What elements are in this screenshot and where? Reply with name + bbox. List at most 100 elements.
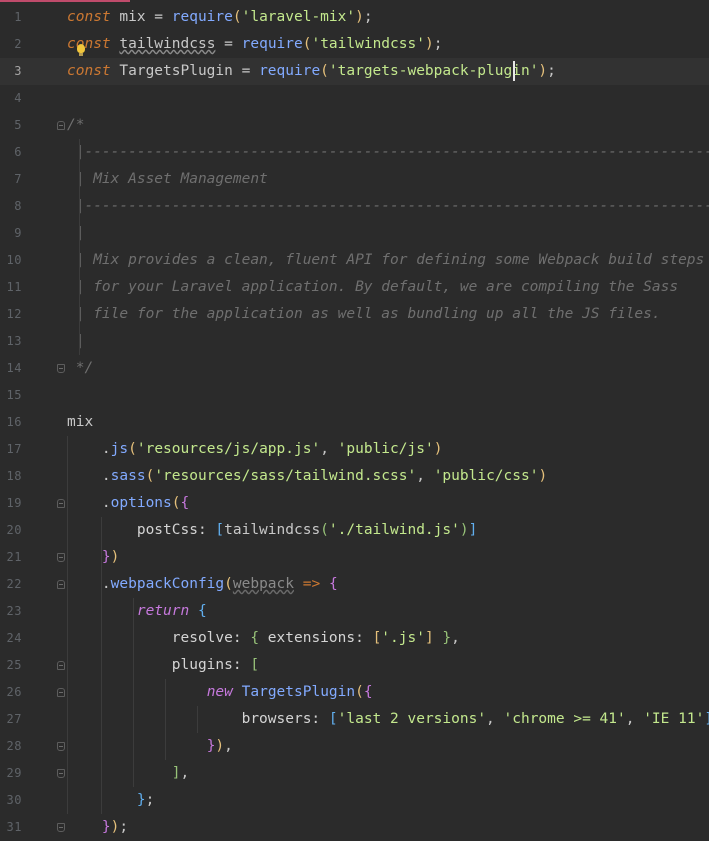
fold-marker-icon[interactable] xyxy=(57,688,65,697)
line-number[interactable]: 19 xyxy=(0,490,22,517)
code-text[interactable]: */ xyxy=(67,355,93,382)
fold-marker-icon[interactable] xyxy=(57,121,65,130)
line-number[interactable]: 21 xyxy=(0,544,22,571)
code-line[interactable]: 6 |-------------------------------------… xyxy=(0,139,709,166)
code-text[interactable]: new TargetsPlugin({ xyxy=(67,679,373,706)
code-text[interactable]: resolve: { extensions: ['.js'] }, xyxy=(67,625,460,652)
code-line[interactable]: 2 const tailwindcss = require('tailwindcs… xyxy=(0,31,709,58)
line-number[interactable]: 24 xyxy=(0,625,22,652)
line-number[interactable]: 6 xyxy=(0,139,22,166)
code-line[interactable]: 21 }) xyxy=(0,544,709,571)
code-line[interactable]: 25 plugins: [ xyxy=(0,652,709,679)
code-line[interactable]: 5 /* xyxy=(0,112,709,139)
code-text[interactable]: plugins: [ xyxy=(67,652,259,679)
line-number[interactable]: 2 xyxy=(0,31,22,58)
code-text[interactable]: .options({ xyxy=(67,490,189,517)
code-line[interactable]: 24 resolve: { extensions: ['.js'] }, xyxy=(0,625,709,652)
code-line[interactable]: 22 .webpackConfig(webpack => { xyxy=(0,571,709,598)
code-text[interactable]: .js('resources/js/app.js', 'public/js') xyxy=(67,436,443,463)
code-line[interactable]: 17 .js('resources/js/app.js', 'public/js… xyxy=(0,436,709,463)
code-line[interactable]: 8 |-------------------------------------… xyxy=(0,193,709,220)
line-number[interactable]: 5 xyxy=(0,112,22,139)
code-line[interactable]: 4 xyxy=(0,85,709,112)
code-text[interactable]: .webpackConfig(webpack => { xyxy=(67,571,338,598)
code-text[interactable]: const tailwindcss = require('tailwindcss… xyxy=(67,31,442,58)
code-line[interactable]: 23 return { xyxy=(0,598,709,625)
line-number[interactable]: 18 xyxy=(0,463,22,490)
fold-marker-icon[interactable] xyxy=(57,661,65,670)
code-text[interactable]: }), xyxy=(67,733,233,760)
code-text[interactable]: }) xyxy=(67,544,119,571)
fold-marker-icon[interactable] xyxy=(57,742,65,751)
line-number[interactable]: 12 xyxy=(0,301,22,328)
line-number[interactable]: 20 xyxy=(0,517,22,544)
lightbulb-icon[interactable] xyxy=(77,44,85,56)
code-text[interactable]: | xyxy=(67,220,85,247)
code-text[interactable]: |---------------------------------------… xyxy=(67,139,709,166)
line-number[interactable]: 9 xyxy=(0,220,22,247)
line-number[interactable]: 10 xyxy=(0,247,22,274)
line-number[interactable]: 29 xyxy=(0,760,22,787)
code-text[interactable]: ], xyxy=(67,760,189,787)
line-number[interactable]: 17 xyxy=(0,436,22,463)
code-line[interactable]: 9 | xyxy=(0,220,709,247)
code-line[interactable]: 26 new TargetsPlugin({ xyxy=(0,679,709,706)
code-text[interactable]: return { xyxy=(67,598,207,625)
code-text[interactable]: const TargetsPlugin = require('targets-w… xyxy=(67,58,556,85)
line-number[interactable]: 3 xyxy=(0,58,22,85)
line-number[interactable]: 8 xyxy=(0,193,22,220)
line-number[interactable]: 1 xyxy=(0,4,22,31)
line-number[interactable]: 27 xyxy=(0,706,22,733)
code-line[interactable]: 15 xyxy=(0,382,709,409)
code-line[interactable]: 29 ], xyxy=(0,760,709,787)
code-editor[interactable]: 1 const mix = require('laravel-mix'); 2 con… xyxy=(0,0,709,837)
line-number[interactable]: 26 xyxy=(0,679,22,706)
code-line[interactable]: 13 | xyxy=(0,328,709,355)
code-text[interactable]: mix xyxy=(67,409,93,436)
code-line[interactable]: 3 const TargetsPlugin = require('targets-… xyxy=(0,58,709,85)
code-text[interactable]: /* xyxy=(67,112,84,139)
line-number[interactable]: 7 xyxy=(0,166,22,193)
code-line[interactable]: 10 | Mix provides a clean, fluent API fo… xyxy=(0,247,709,274)
line-number[interactable]: 14 xyxy=(0,355,22,382)
fold-marker-icon[interactable] xyxy=(57,499,65,508)
fold-marker-icon[interactable] xyxy=(57,580,65,589)
fold-marker-icon[interactable] xyxy=(57,769,65,778)
code-text[interactable]: | Mix Asset Management xyxy=(67,166,268,193)
code-line[interactable]: 1 const mix = require('laravel-mix'); xyxy=(0,4,709,31)
code-text[interactable]: postCss: [tailwindcss('./tailwind.js')] xyxy=(67,517,478,544)
fold-marker-icon[interactable] xyxy=(57,823,65,832)
line-number[interactable]: 22 xyxy=(0,571,22,598)
code-line[interactable]: 14 */ xyxy=(0,355,709,382)
fold-marker-icon[interactable] xyxy=(57,364,65,373)
line-number[interactable]: 11 xyxy=(0,274,22,301)
code-line[interactable]: 20 postCss: [tailwindcss('./tailwind.js'… xyxy=(0,517,709,544)
code-line[interactable]: 18 .sass('resources/sass/tailwind.scss',… xyxy=(0,463,709,490)
code-text[interactable]: }; xyxy=(67,787,154,814)
line-number[interactable]: 4 xyxy=(0,85,22,112)
line-number[interactable]: 28 xyxy=(0,733,22,760)
code-text[interactable]: | file for the application as well as bu… xyxy=(67,301,661,328)
code-line[interactable]: 7 | Mix Asset Management xyxy=(0,166,709,193)
code-text[interactable]: | for your Laravel application. By defau… xyxy=(67,274,678,301)
line-number[interactable]: 23 xyxy=(0,598,22,625)
code-text[interactable]: |---------------------------------------… xyxy=(67,193,709,220)
code-text[interactable]: | Mix provides a clean, fluent API for d… xyxy=(67,247,705,274)
code-text[interactable]: const mix = require('laravel-mix'); xyxy=(67,4,373,31)
line-number[interactable]: 16 xyxy=(0,409,22,436)
code-text[interactable]: browsers: ['last 2 versions', 'chrome >=… xyxy=(67,706,709,733)
code-line[interactable]: 28 }), xyxy=(0,733,709,760)
code-line[interactable]: 16 mix xyxy=(0,409,709,436)
code-line[interactable]: 19 .options({ xyxy=(0,490,709,517)
code-line[interactable]: 27 browsers: ['last 2 versions', 'chrome… xyxy=(0,706,709,733)
fold-marker-icon[interactable] xyxy=(57,553,65,562)
line-number[interactable]: 25 xyxy=(0,652,22,679)
code-line[interactable]: 11 | for your Laravel application. By de… xyxy=(0,274,709,301)
code-line[interactable]: 12 | file for the application as well as… xyxy=(0,301,709,328)
line-number[interactable]: 13 xyxy=(0,328,22,355)
line-number[interactable]: 30 xyxy=(0,787,22,814)
code-text[interactable]: .sass('resources/sass/tailwind.scss', 'p… xyxy=(67,463,547,490)
line-number[interactable]: 15 xyxy=(0,382,22,409)
code-text[interactable]: | xyxy=(67,328,85,355)
code-line[interactable]: 30 }; xyxy=(0,787,709,814)
